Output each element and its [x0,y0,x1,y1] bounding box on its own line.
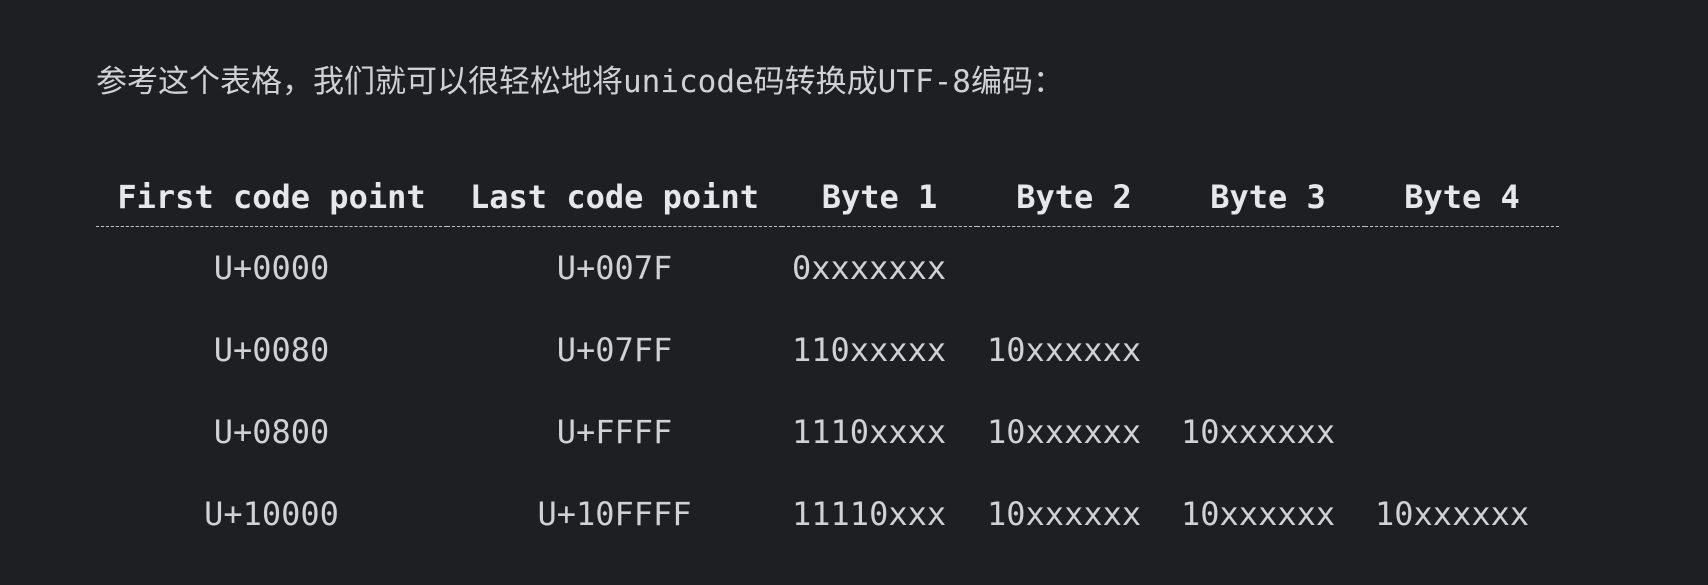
header-first-code-point: First code point [96,168,447,227]
table-cell: U+10FFFF [537,495,692,533]
table-cell: 1110xxxx [792,413,947,451]
table-cell: 10xxxxxx [1181,413,1336,451]
table-cell: U+FFFF [556,413,673,451]
table-row: U+10000 U+10FFFF 11110xxx 10xxxxxx 10xxxxxx 1… [96,473,1559,555]
table-row: U+0000 U+007F 0xxxxxxx [96,227,1559,310]
table-header-row: First code point Last code point Byte 1 … [96,168,1559,227]
table-cell: 10xxxxxx [987,413,1142,451]
table-cell [1171,227,1365,310]
table-cell: U+007F [556,249,673,287]
header-byte-4: Byte 4 [1365,168,1559,227]
header-byte-1: Byte 1 [782,168,977,227]
table-cell: 10xxxxxx [987,331,1142,369]
table-cell [1365,391,1559,473]
table-cell: 11110xxx [792,495,947,533]
table-cell: U+07FF [556,331,673,369]
table-cell [1171,309,1365,391]
table-cell [1365,309,1559,391]
header-last-code-point: Last code point [447,168,782,227]
table-cell: U+0000 [213,249,330,287]
table-cell: 10xxxxxx [1375,495,1530,533]
header-byte-3: Byte 3 [1171,168,1365,227]
header-byte-2: Byte 2 [977,168,1171,227]
table-row: U+0800 U+FFFF 1110xxxx 10xxxxxx 10xxxxxx [96,391,1559,473]
table-cell: 0xxxxxxx [792,249,947,287]
table-cell: U+0800 [213,413,330,451]
utf8-encoding-table: First code point Last code point Byte 1 … [96,168,1559,555]
table-cell: 10xxxxxx [1181,495,1336,533]
table-cell [1365,227,1559,310]
table-cell: 10xxxxxx [987,495,1142,533]
intro-paragraph: 参考这个表格，我们就可以很轻松地将unicode码转换成UTF-8编码： [96,64,1064,100]
table-cell: 110xxxxx [792,331,947,369]
table-row: U+0080 U+07FF 110xxxxx 10xxxxxx [96,309,1559,391]
table-cell [977,227,1171,310]
table-cell: U+0080 [213,331,330,369]
table-cell: U+10000 [204,495,339,533]
